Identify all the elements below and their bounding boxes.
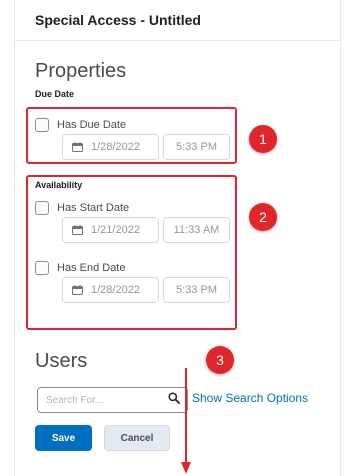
calendar-icon	[72, 225, 83, 235]
calendar-icon	[72, 285, 83, 295]
has-due-date-checkbox[interactable]	[35, 118, 49, 132]
search-field[interactable]	[37, 387, 188, 413]
has-start-date-checkbox[interactable]	[35, 201, 49, 215]
end-time-value: 5:33 PM	[176, 284, 217, 296]
save-button[interactable]: Save	[35, 425, 92, 451]
due-time-value: 5:33 PM	[176, 141, 217, 153]
has-end-date-label: Has End Date	[57, 262, 126, 274]
users-heading: Users	[35, 350, 88, 372]
has-due-date-label: Has Due Date	[57, 119, 127, 131]
due-date-input[interactable]: 1/28/2022	[62, 134, 159, 160]
search-input[interactable]	[46, 394, 156, 406]
has-start-date-label: Has Start Date	[57, 202, 130, 214]
due-date-value: 1/28/2022	[91, 141, 140, 153]
due-date-label: Due Date	[35, 89, 75, 99]
start-date-input[interactable]: 1/21/2022	[62, 217, 159, 243]
annotation-marker-1: 1	[249, 125, 277, 153]
annotation-marker-2: 2	[249, 203, 277, 231]
due-time-input[interactable]: 5:33 PM	[163, 134, 230, 160]
start-time-value: 11:33 AM	[173, 224, 220, 236]
dialog-right-border	[340, 0, 341, 476]
has-end-date-checkbox[interactable]	[35, 261, 49, 275]
title-divider	[15, 40, 340, 41]
end-date-input[interactable]: 1/28/2022	[62, 277, 159, 303]
cancel-button[interactable]: Cancel	[104, 425, 170, 451]
end-time-input[interactable]: 5:33 PM	[163, 277, 230, 303]
annotation-marker-3: 3	[206, 346, 234, 374]
annotation-box-2	[26, 175, 237, 330]
dialog-title: Special Access - Untitled	[35, 12, 201, 28]
annotation-arrow	[181, 368, 191, 474]
dialog-left-border	[14, 0, 15, 476]
end-date-value: 1/28/2022	[91, 284, 140, 296]
properties-heading: Properties	[35, 60, 127, 82]
start-time-input[interactable]: 11:33 AM	[163, 217, 230, 243]
show-search-options-link[interactable]: Show Search Options	[192, 391, 308, 405]
start-date-value: 1/21/2022	[91, 224, 140, 236]
calendar-icon	[72, 142, 83, 152]
search-icon[interactable]	[168, 391, 180, 409]
